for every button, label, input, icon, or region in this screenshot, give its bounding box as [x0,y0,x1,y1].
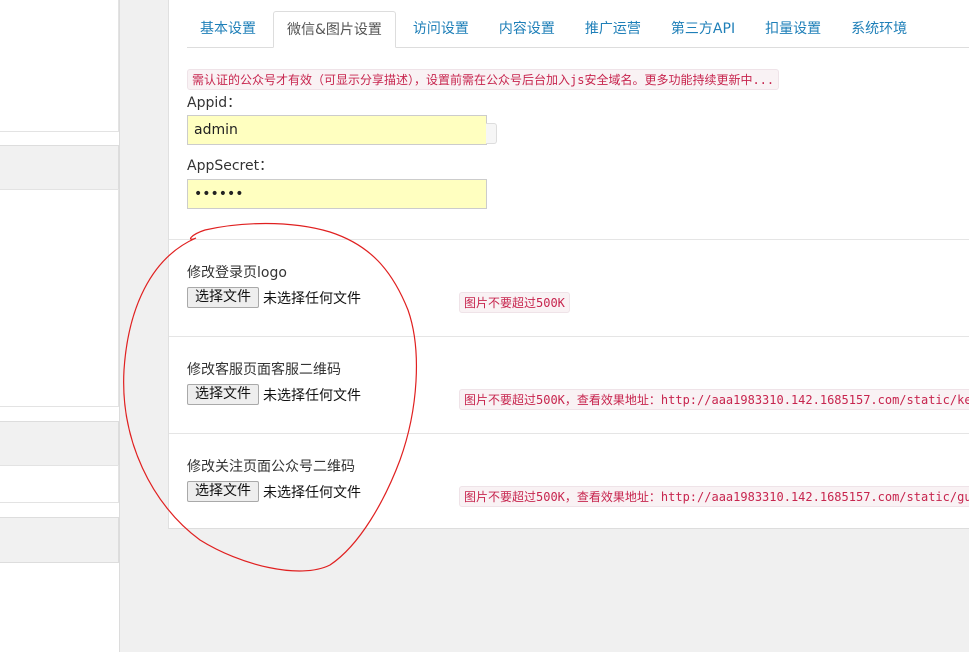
appid-label: Appid： [187,95,242,111]
login-logo-file-status: 未选择任何文件 [263,291,361,307]
service-qr-choose-file-button[interactable]: 选择文件 [187,384,259,405]
tab-access[interactable]: 访问设置 [400,11,482,47]
login-logo-hint: 图片不要超过500K [459,292,570,313]
sidebar-section-header[interactable] [0,145,119,191]
wechat-notice: 需认证的公众号才有效（可显示分享描述），设置前需在公众号后台加入js安全域名。更… [187,69,780,90]
sidebar-panel [0,465,119,503]
section-divider [169,433,969,434]
login-logo-label: 修改登录页logo [187,265,287,281]
sidebar-section-header[interactable] [0,517,119,563]
service-qr-file-status: 未选择任何文件 [263,388,361,404]
login-logo-choose-file-button[interactable]: 选择文件 [187,287,259,308]
appid-input[interactable] [187,115,487,145]
sidebar-panel [0,189,119,407]
tab-third-party-api[interactable]: 第三方API [658,11,748,47]
appsecret-label: AppSecret： [187,158,274,174]
follow-qr-file-status: 未选择任何文件 [263,485,361,501]
appid-input-addon [486,123,497,144]
follow-qr-label: 修改关注页面公众号二维码 [187,459,355,475]
appsecret-input[interactable] [187,179,487,209]
service-qr-hint: 图片不要超过500K，查看效果地址：http://aaa1983310.142.… [459,389,969,410]
sidebar-panel [0,0,119,132]
tab-promotion[interactable]: 推广运营 [572,11,654,47]
sidebar [0,0,120,652]
settings-panel: 基本设置 微信&图片设置 访问设置 内容设置 推广运营 第三方API 扣量设置 … [168,0,969,529]
service-qr-label: 修改客服页面客服二维码 [187,362,341,378]
tab-content[interactable]: 内容设置 [486,11,568,47]
follow-qr-choose-file-button[interactable]: 选择文件 [187,481,259,502]
section-divider [169,336,969,337]
tab-basic[interactable]: 基本设置 [187,11,269,47]
tab-wechat-images[interactable]: 微信&图片设置 [273,11,396,48]
sidebar-section-header[interactable] [0,421,119,467]
tab-system-env[interactable]: 系统环境 [838,11,920,47]
section-divider [169,239,969,240]
settings-tabs: 基本设置 微信&图片设置 访问设置 内容设置 推广运营 第三方API 扣量设置 … [187,11,969,48]
tab-deduction[interactable]: 扣量设置 [752,11,834,47]
follow-qr-hint: 图片不要超过500K，查看效果地址：http://aaa1983310.142.… [459,486,969,507]
